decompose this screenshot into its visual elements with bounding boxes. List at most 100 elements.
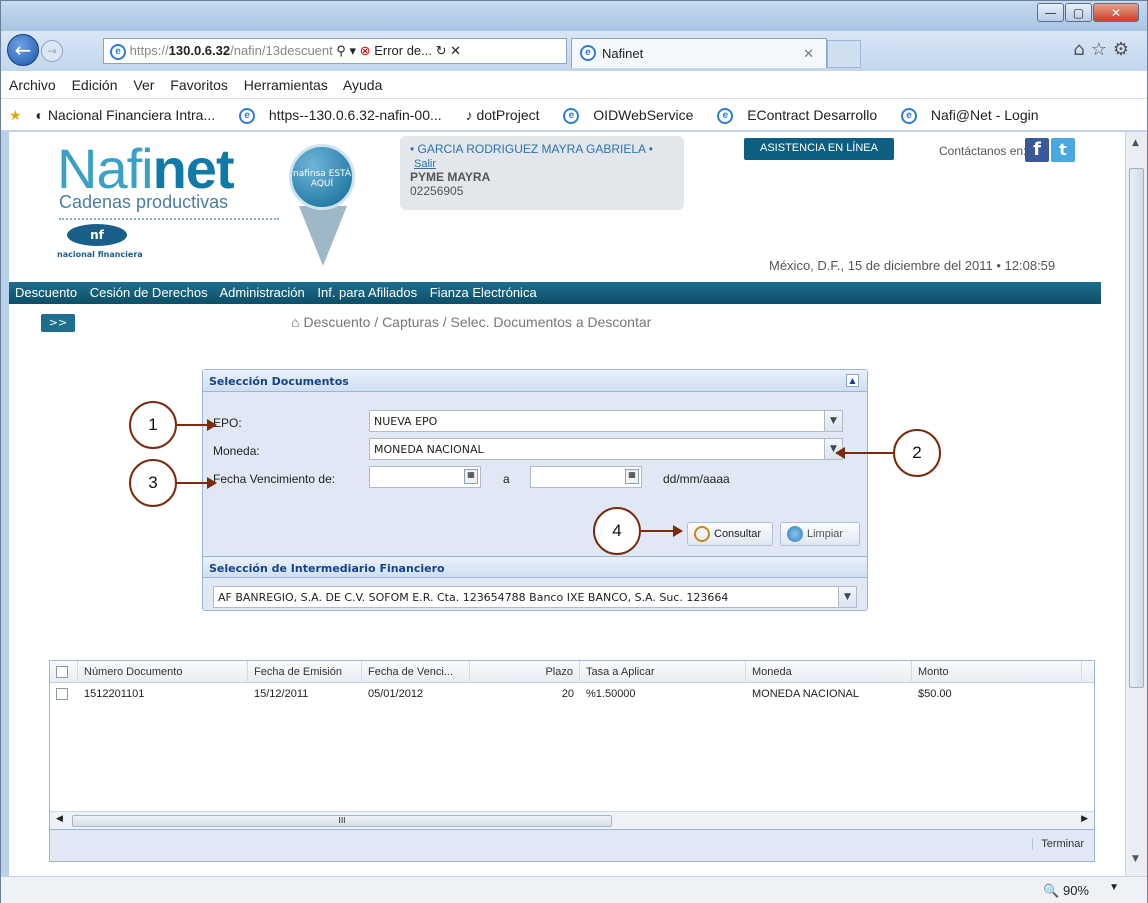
minimize-button[interactable]: —: [1037, 3, 1064, 22]
consultar-button[interactable]: Consultar: [687, 522, 773, 546]
fav-nafinet-login[interactable]: e Nafi@Net - Login: [901, 107, 1048, 125]
zoom-dropdown-icon[interactable]: ▼: [1109, 882, 1119, 893]
fecha-from-input[interactable]: ▦: [369, 466, 481, 488]
callout-3-arrow: [177, 482, 211, 484]
col-numero-documento[interactable]: Número Documento: [78, 661, 248, 683]
home-icon[interactable]: ⌂: [291, 314, 299, 330]
site-navigation: Descuento Cesión de Derechos Administrac…: [9, 282, 1101, 304]
arrowhead: [207, 477, 217, 489]
tools-gear-icon[interactable]: ⚙: [1113, 39, 1135, 60]
logout-link[interactable]: Salir: [414, 158, 436, 170]
scroll-right-icon[interactable]: ▶: [1081, 814, 1088, 824]
intermediary-select[interactable]: AF BANREGIO, S.A. DE C.V. SOFOM E.R. Cta…: [213, 586, 857, 608]
collapse-icon[interactable]: ▲: [846, 374, 859, 387]
twitter-icon[interactable]: t: [1051, 138, 1075, 162]
favorites-star-icon[interactable]: ☆: [1091, 39, 1113, 60]
search-icon[interactable]: ⚲: [336, 43, 346, 58]
forward-button[interactable]: →: [41, 40, 63, 62]
address-bar[interactable]: e https://130.0.6.32/nafin/13descuent ⚲ …: [103, 38, 567, 64]
select-all-checkbox[interactable]: [56, 666, 68, 679]
certificate-error-label[interactable]: Error de...: [374, 43, 432, 58]
col-moneda[interactable]: Moneda: [746, 661, 912, 683]
new-tab-button[interactable]: [827, 40, 861, 68]
scroll-thumb[interactable]: [1129, 168, 1144, 688]
ie-page-icon: e: [110, 43, 126, 60]
stop-icon[interactable]: ✕: [450, 43, 461, 58]
scroll-down-icon[interactable]: ▼: [1132, 854, 1139, 864]
fav-https-nafin[interactable]: e https--130.0.6.32-nafin-00...: [239, 107, 452, 125]
navigation-row: ← → e https://130.0.6.32/nafin/13descuen…: [1, 31, 1147, 71]
online-assistance-button[interactable]: ASISTENCIA EN LÍNEA: [744, 138, 894, 160]
epo-select[interactable]: NUEVA EPO ▼: [369, 410, 843, 432]
close-window-button[interactable]: ✕: [1093, 3, 1139, 22]
nav-fianza-electronica[interactable]: Fianza Electrónica: [430, 285, 537, 300]
maximize-button[interactable]: ▢: [1065, 3, 1092, 22]
favorites-bar: ★ ◐ Nacional Financiera Intra... e https…: [1, 99, 1147, 131]
col-monto[interactable]: Monto: [912, 661, 1082, 683]
cell-numero: 1512201101: [84, 688, 145, 700]
browser-window: — ▢ ✕ ← → e https://130.0.6.32/nafin/13d…: [0, 0, 1148, 903]
back-button[interactable]: ←: [7, 34, 39, 66]
row-checkbox[interactable]: [56, 688, 68, 701]
nav-descuento[interactable]: Descuento: [15, 285, 77, 300]
calendar-icon[interactable]: ▦: [625, 469, 639, 484]
nav-inf-afiliados[interactable]: Inf. para Afiliados: [317, 285, 417, 300]
documents-grid: Número Documento Fecha de Emisión Fecha …: [49, 660, 1095, 862]
fav-nacional-financiera[interactable]: ◐ Nacional Financiera Intra...: [35, 107, 225, 123]
fav-ie-icon: e: [239, 108, 256, 125]
col-plazo[interactable]: Plazo: [470, 661, 580, 683]
zoom-level[interactable]: 🔍 90%: [1043, 883, 1089, 899]
chevron-down-icon[interactable]: ▼: [838, 587, 856, 607]
arrowhead: [673, 525, 683, 537]
close-tab-icon[interactable]: ✕: [803, 46, 814, 62]
scroll-left-icon[interactable]: ◀: [56, 814, 63, 824]
chevron-down-icon[interactable]: ▼: [824, 411, 842, 431]
panel-header: Selección Documentos ▲: [203, 370, 867, 392]
col-tasa[interactable]: Tasa a Aplicar: [580, 661, 746, 683]
fav-econtract[interactable]: e EContract Desarrollo: [717, 107, 887, 125]
user-code: 02256905: [410, 184, 464, 198]
scroll-up-icon[interactable]: ▲: [1132, 138, 1139, 148]
fav-dotproject[interactable]: ♪ dotProject: [466, 107, 550, 123]
arrowhead: [207, 419, 217, 431]
tab-title: Nafinet: [602, 46, 644, 61]
logo-divider: [59, 218, 279, 220]
refresh-icon[interactable]: ↻: [436, 43, 447, 58]
menu-bar: Archivo Edición Ver Favoritos Herramient…: [1, 71, 1147, 99]
tab-ie-icon: e: [580, 45, 596, 61]
menu-favoritos[interactable]: Favoritos: [170, 77, 228, 93]
horizontal-scrollbar[interactable]: ◀ III ▶: [50, 811, 1094, 829]
user-company: PYME MAYRA: [410, 170, 491, 184]
nav-cesion-derechos[interactable]: Cesión de Derechos: [90, 285, 208, 300]
menu-ayuda[interactable]: Ayuda: [343, 77, 382, 93]
nav-administracion[interactable]: Administración: [219, 285, 304, 300]
callout-4: 4: [593, 507, 641, 555]
col-fecha-vencimiento[interactable]: Fecha de Venci...: [362, 661, 470, 683]
search-icon: [694, 526, 710, 542]
terminar-button[interactable]: Terminar: [1032, 838, 1084, 850]
fav-oidwebservice[interactable]: e OIDWebService: [563, 107, 703, 125]
cell-fecha-venc: 05/01/2012: [368, 688, 424, 700]
facebook-icon[interactable]: f: [1025, 138, 1049, 162]
cell-fecha-emision: 15/12/2011: [254, 688, 309, 700]
col-fecha-emision[interactable]: Fecha de Emisión: [248, 661, 362, 683]
menu-ver[interactable]: Ver: [133, 77, 154, 93]
calendar-icon[interactable]: ▦: [464, 469, 478, 484]
table-row[interactable]: 1512201101 15/12/2011 05/01/2012 20 %1.5…: [50, 683, 1094, 705]
home-icon[interactable]: ⌂: [1073, 39, 1090, 60]
expand-menu-button[interactable]: >>: [41, 314, 75, 332]
arrowhead: [835, 447, 845, 459]
fecha-to-input[interactable]: ▦: [530, 466, 642, 488]
favorites-star-icon[interactable]: ★: [9, 107, 22, 123]
browser-tab[interactable]: e Nafinet ✕: [571, 38, 827, 68]
moneda-select[interactable]: MONEDA NACIONAL ▼: [369, 438, 843, 460]
scroll-thumb[interactable]: III: [72, 815, 612, 827]
vertical-scrollbar[interactable]: ▲ ▼: [1125, 132, 1147, 876]
menu-herramientas[interactable]: Herramientas: [244, 77, 328, 93]
callout-1-arrow: [177, 424, 211, 426]
menu-edicion[interactable]: Edición: [72, 77, 118, 93]
limpiar-button[interactable]: Limpiar: [780, 522, 860, 546]
contact-label: Contáctanos en:: [939, 144, 1027, 158]
menu-archivo[interactable]: Archivo: [9, 77, 56, 93]
callout-2-arrow: [845, 452, 893, 454]
